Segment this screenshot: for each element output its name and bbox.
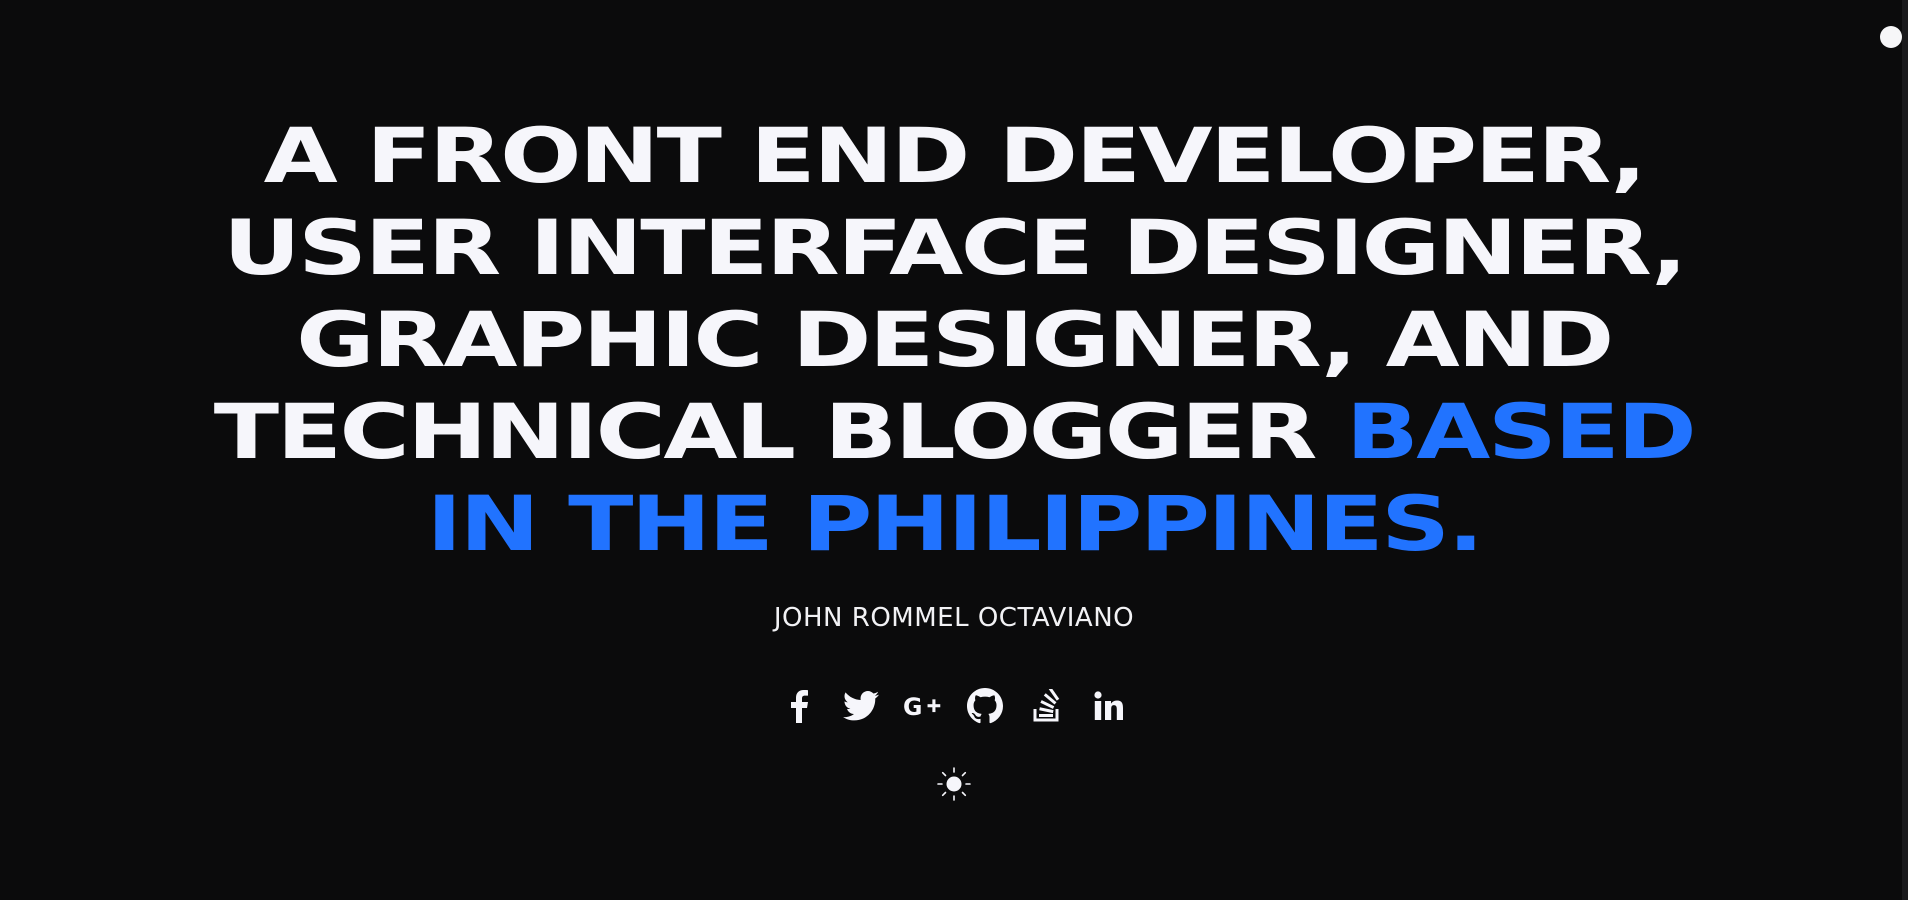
stackoverflow-link[interactable] xyxy=(1027,686,1067,726)
hero-headline: A FRONT END DEVELOPER, USER INTERFACE DE… xyxy=(0,110,1908,570)
headline-line-3: GRAPHIC DESIGNER, AND xyxy=(296,295,1614,384)
hero-section: A FRONT END DEVELOPER, USER INTERFACE DE… xyxy=(0,0,1908,900)
twitter-icon xyxy=(843,691,879,721)
github-link[interactable] xyxy=(965,686,1005,726)
facebook-icon xyxy=(791,690,808,723)
scroll-indicator-dot[interactable] xyxy=(1880,26,1902,48)
headline-line-4-text: TECHNICAL BLOGGER xyxy=(213,387,1318,476)
sun-icon xyxy=(937,767,971,801)
google-plus-icon: G xyxy=(903,693,941,721)
linkedin-icon xyxy=(1094,691,1123,720)
headline-line-2: USER INTERFACE DESIGNER, xyxy=(222,203,1688,292)
scrollbar[interactable] xyxy=(1902,0,1908,900)
linkedin-link[interactable] xyxy=(1089,686,1129,726)
headline-line-4: TECHNICAL BLOGGER BASED xyxy=(0,386,1908,478)
author-name: JOHN ROMMEL OCTAVIANO xyxy=(773,603,1135,633)
svg-text:G: G xyxy=(903,693,922,721)
headline-accent-location: IN THE PHILIPPINES. xyxy=(426,479,1484,568)
stackoverflow-icon xyxy=(1033,689,1060,722)
github-icon xyxy=(967,688,1003,724)
social-links: G xyxy=(0,686,1908,726)
google-plus-link[interactable]: G xyxy=(903,686,943,726)
headline-line-1: A FRONT END DEVELOPER, xyxy=(263,111,1647,200)
theme-toggle-button[interactable] xyxy=(936,766,972,802)
facebook-link[interactable] xyxy=(779,686,819,726)
twitter-link[interactable] xyxy=(841,686,881,726)
headline-accent-based: BASED xyxy=(1345,387,1697,476)
